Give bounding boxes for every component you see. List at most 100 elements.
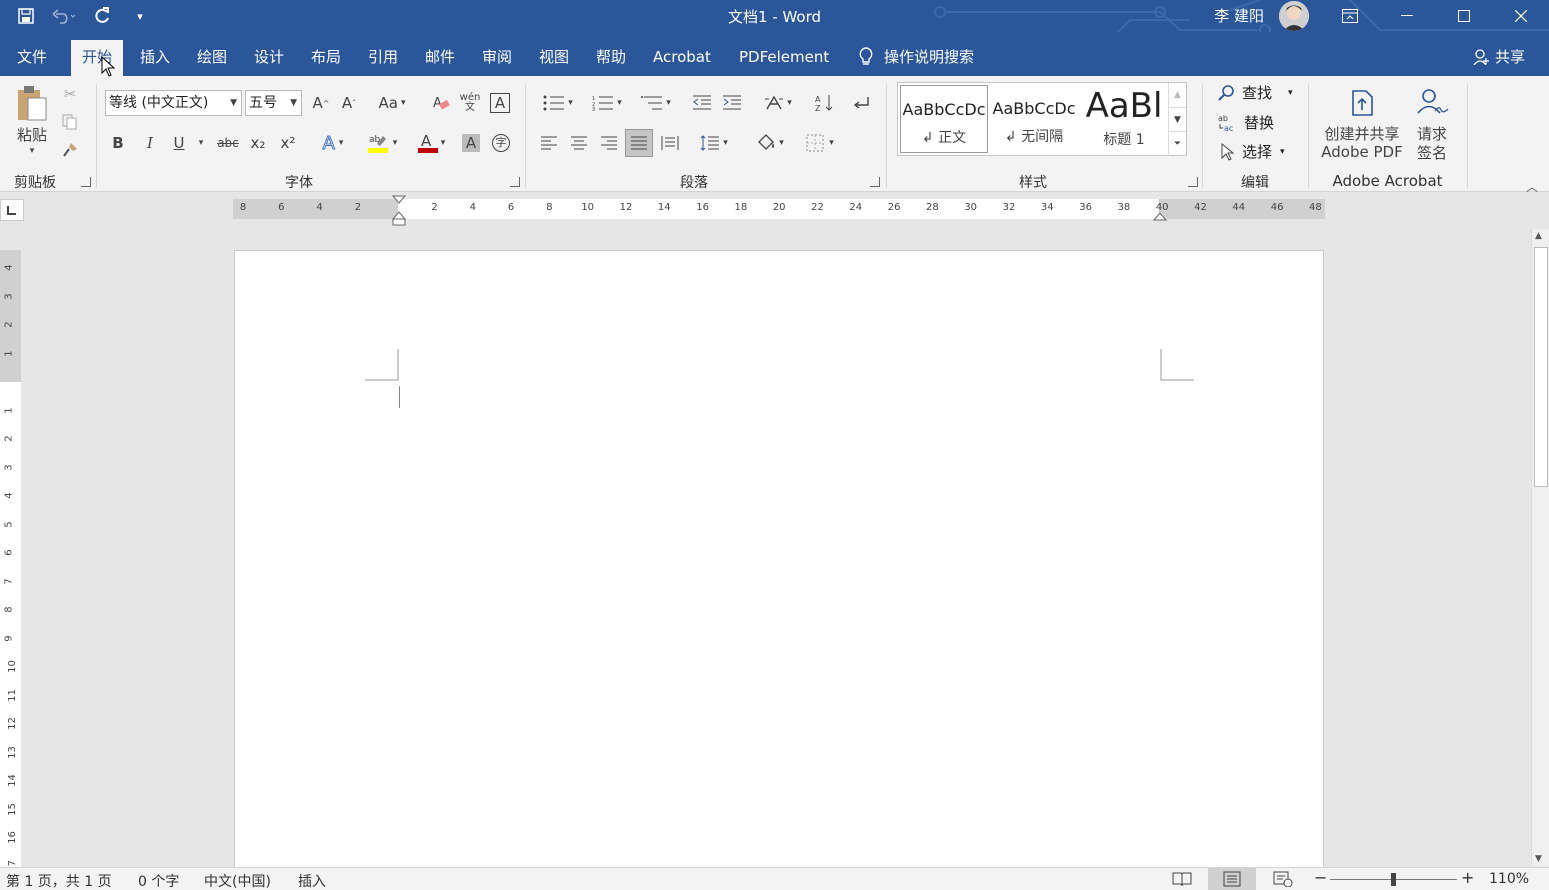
- vertical-scrollbar[interactable]: ▲ ▼: [1531, 229, 1549, 866]
- request-sign-line2[interactable]: 签名: [1412, 143, 1452, 162]
- copy-icon[interactable]: [60, 112, 80, 132]
- minimize-icon[interactable]: [1378, 0, 1435, 32]
- align-right-icon[interactable]: [597, 132, 621, 154]
- chevron-up-icon[interactable]: ▲: [1169, 83, 1186, 107]
- zoom-out-icon[interactable]: −: [1314, 868, 1327, 887]
- font-launcher-icon[interactable]: [510, 177, 520, 187]
- underline-dropdown-icon[interactable]: ▾: [194, 132, 208, 154]
- subscript-button[interactable]: x₂: [246, 132, 270, 154]
- underline-button[interactable]: U: [167, 132, 191, 154]
- justify-icon[interactable]: [625, 129, 653, 157]
- insert-mode[interactable]: 插入: [298, 871, 326, 890]
- close-icon[interactable]: [1492, 0, 1549, 32]
- ribbon-display-options-icon[interactable]: [1321, 0, 1378, 32]
- format-painter-icon[interactable]: [60, 140, 80, 160]
- right-indent-marker-icon[interactable]: [1153, 210, 1167, 222]
- font-name-combo[interactable]: 等线 (中文正文) ▼: [105, 90, 242, 116]
- text-effects-icon[interactable]: A ▾: [313, 132, 353, 154]
- read-mode-icon[interactable]: [1172, 871, 1192, 890]
- maximize-icon[interactable]: [1435, 0, 1492, 32]
- indent-markers-icon[interactable]: [392, 195, 406, 227]
- grow-font-icon[interactable]: A ^: [310, 92, 332, 114]
- numbering-icon[interactable]: 1 2 3 ▾: [587, 92, 627, 114]
- paragraph-launcher-icon[interactable]: [870, 177, 880, 187]
- scrollbar-thumb[interactable]: [1534, 247, 1548, 487]
- styles-launcher-icon[interactable]: [1188, 177, 1198, 187]
- page-count[interactable]: 第 1 页，共 1 页: [6, 871, 112, 890]
- character-border-icon[interactable]: A: [489, 92, 511, 114]
- collapse-ribbon-icon[interactable]: ︿: [1526, 178, 1538, 195]
- superscript-button[interactable]: x²: [276, 132, 300, 154]
- line-spacing-icon[interactable]: ▾: [694, 132, 734, 154]
- zoom-slider-thumb[interactable]: [1391, 873, 1396, 886]
- tab-insert[interactable]: 插入: [129, 40, 181, 76]
- create-share-pdf-line2[interactable]: Adobe PDF: [1312, 143, 1412, 161]
- shrink-font-icon[interactable]: Aˇ: [338, 92, 360, 114]
- scroll-up-icon[interactable]: ▲: [1535, 231, 1542, 241]
- tab-file[interactable]: 文件: [6, 40, 58, 76]
- clear-format-icon[interactable]: A: [430, 92, 452, 114]
- vertical-ruler[interactable]: 4 3 2 1 1 2 3 4 5 6 7 8 9 10 11 12 13 14 15 16 17: [0, 250, 21, 872]
- word-count[interactable]: 0 个字: [138, 871, 179, 890]
- create-pdf-icon[interactable]: [1348, 88, 1378, 118]
- chevron-down-icon[interactable]: ▼: [1169, 107, 1186, 131]
- distributed-icon[interactable]: [658, 132, 682, 154]
- tab-acrobat[interactable]: Acrobat: [642, 40, 722, 76]
- share-button[interactable]: 共享: [1473, 40, 1525, 74]
- tell-me-search[interactable]: 操作说明搜索: [858, 40, 974, 74]
- tab-review[interactable]: 审阅: [471, 40, 523, 76]
- borders-icon[interactable]: ▾: [799, 132, 841, 154]
- highlight-color-icon[interactable]: ab ▾: [361, 130, 403, 156]
- request-sign-line1[interactable]: 请求: [1412, 124, 1452, 143]
- italic-button[interactable]: I: [138, 132, 162, 154]
- paste-icon[interactable]: [10, 82, 54, 126]
- tab-draw[interactable]: 绘图: [186, 40, 238, 76]
- shading-icon[interactable]: ▾: [749, 132, 791, 154]
- decrease-indent-icon[interactable]: [690, 92, 714, 114]
- align-center-icon[interactable]: [567, 132, 591, 154]
- sort-icon[interactable]: AZ: [813, 92, 837, 114]
- tab-selector[interactable]: [0, 199, 24, 221]
- tab-design[interactable]: 设计: [243, 40, 295, 76]
- tab-mailings[interactable]: 邮件: [414, 40, 466, 76]
- increase-indent-icon[interactable]: [720, 92, 744, 114]
- multilevel-list-icon[interactable]: ▾: [636, 92, 676, 114]
- document-page[interactable]: [234, 250, 1324, 870]
- select-button[interactable]: 选择 ▾: [1218, 141, 1285, 162]
- style-normal[interactable]: AaBbCcDc ↲ 正文: [900, 85, 988, 153]
- style-no-spacing[interactable]: AaBbCcDc ↲ 无间隔: [990, 85, 1078, 153]
- bold-button[interactable]: B: [106, 132, 130, 154]
- font-color-icon[interactable]: A ▾: [410, 130, 452, 156]
- request-signature-icon[interactable]: [1414, 86, 1450, 118]
- user-name[interactable]: 李 建阳: [1214, 5, 1264, 26]
- language-indicator[interactable]: 中文(中国): [204, 871, 271, 890]
- find-button[interactable]: 查找 ▾: [1218, 82, 1293, 103]
- strikethrough-button[interactable]: abc: [214, 132, 242, 154]
- print-layout-icon[interactable]: [1208, 868, 1256, 890]
- character-shading-icon[interactable]: A: [460, 132, 482, 154]
- show-paragraph-marks-icon[interactable]: [848, 92, 872, 114]
- change-case-icon[interactable]: Aa ▾: [372, 92, 412, 114]
- paste-dropdown-icon[interactable]: ▾: [24, 144, 40, 158]
- tab-view[interactable]: 视图: [528, 40, 580, 76]
- tab-layout[interactable]: 布局: [300, 40, 352, 76]
- web-layout-icon[interactable]: [1273, 871, 1293, 890]
- align-left-icon[interactable]: [537, 132, 561, 154]
- style-heading-1[interactable]: AaBl 标题 1: [1080, 85, 1168, 153]
- chinese-layout-icon[interactable]: ▾: [758, 92, 798, 114]
- bullets-icon[interactable]: ▾: [538, 92, 578, 114]
- more-styles-icon[interactable]: ⏷: [1169, 131, 1186, 155]
- enclose-characters-icon[interactable]: 字: [490, 132, 512, 154]
- tab-pdfelement[interactable]: PDFelement: [728, 40, 840, 76]
- tab-help[interactable]: 帮助: [585, 40, 637, 76]
- paste-button[interactable]: 粘贴: [12, 124, 52, 144]
- phonetic-guide-icon[interactable]: wén 文: [459, 92, 481, 114]
- replace-button[interactable]: ab ac 替换: [1218, 112, 1274, 133]
- avatar[interactable]: [1279, 1, 1309, 31]
- scroll-down-icon[interactable]: ▼: [1535, 854, 1542, 864]
- create-share-pdf-line1[interactable]: 创建并共享: [1312, 124, 1412, 143]
- tab-references[interactable]: 引用: [357, 40, 409, 76]
- font-size-combo[interactable]: 五号 ▼: [245, 90, 302, 116]
- zoom-in-icon[interactable]: +: [1461, 868, 1474, 887]
- clipboard-launcher-icon[interactable]: [81, 177, 91, 187]
